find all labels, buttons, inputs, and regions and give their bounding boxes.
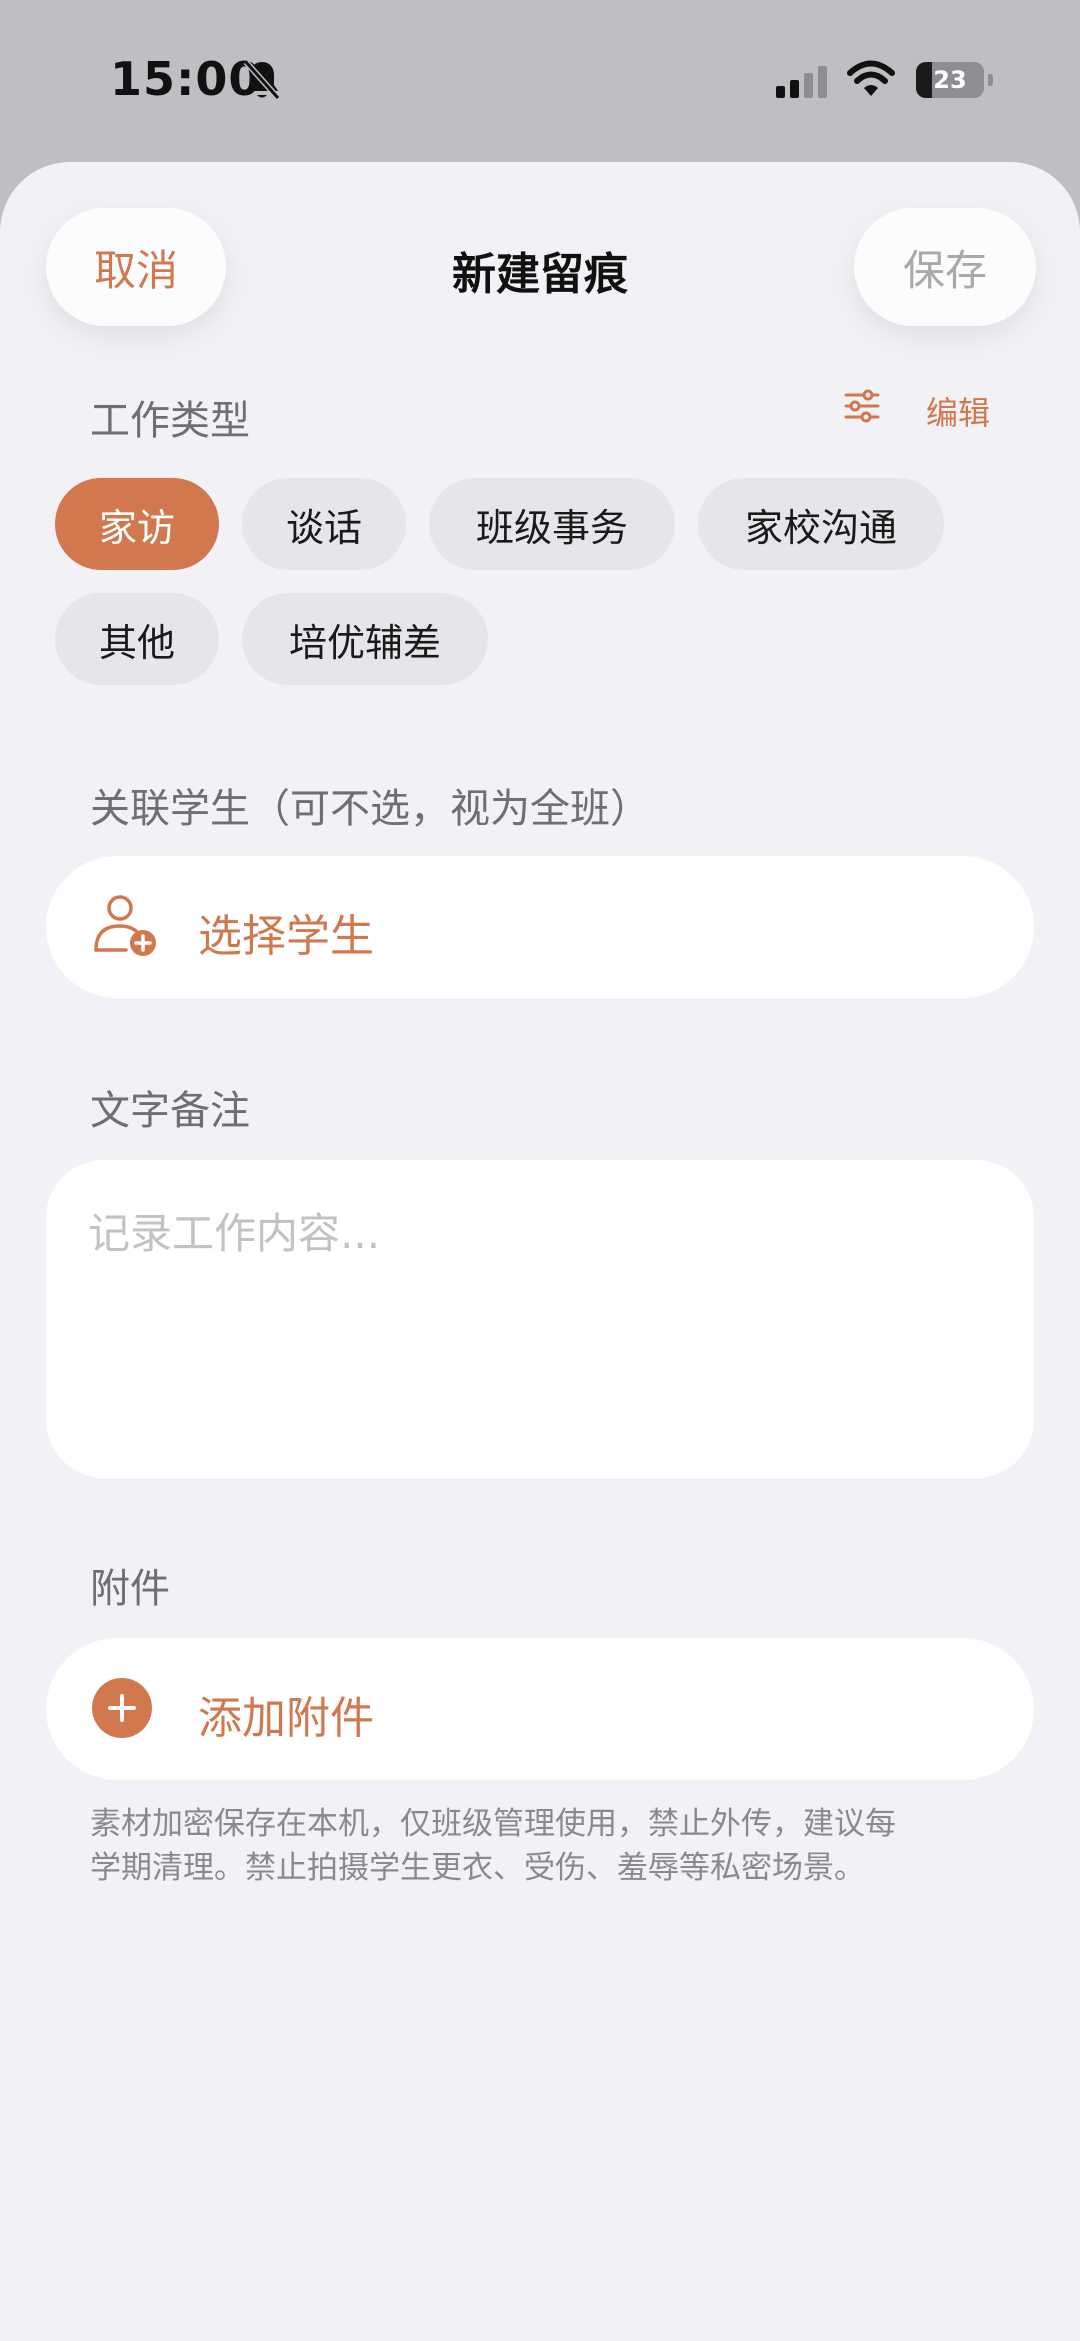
- save-button[interactable]: 保存: [854, 208, 1036, 326]
- status-bar: 15:00 23: [0, 0, 1080, 160]
- add-attachment-label: 添加附件: [198, 1693, 374, 1744]
- battery-icon: 23: [916, 62, 984, 98]
- chip-home-visit[interactable]: 家访: [55, 478, 219, 570]
- chip-tutoring[interactable]: 培优辅差: [242, 593, 488, 685]
- add-attachment-button[interactable]: 添加附件: [46, 1638, 1034, 1780]
- status-time: 15:00: [110, 52, 262, 106]
- work-type-label: 工作类型: [90, 398, 250, 444]
- sliders-icon[interactable]: [842, 388, 882, 424]
- chip-home-school-communication[interactable]: 家校沟通: [698, 478, 944, 570]
- chip-class-affairs[interactable]: 班级事务: [429, 478, 675, 570]
- note-card: [46, 1160, 1034, 1478]
- chip-talk[interactable]: 谈话: [242, 478, 406, 570]
- battery-level: 23: [933, 66, 967, 94]
- privacy-notice: 素材加密保存在本机，仅班级管理使用，禁止外传，建议每学期清理。禁止拍摄学生更衣、…: [90, 1806, 896, 1886]
- new-record-sheet: 取消 新建留痕 保存 工作类型 编辑 家访 谈话 班级事务 家校沟通 其他 培优…: [0, 162, 1080, 2341]
- add-person-icon: [94, 895, 156, 956]
- plus-circle-icon: [92, 1678, 152, 1738]
- select-students-label: 选择学生: [198, 911, 374, 962]
- bell-slash-icon: [243, 60, 281, 100]
- chip-other[interactable]: 其他: [55, 593, 219, 685]
- wifi-icon: [847, 60, 895, 96]
- edit-work-types-link[interactable]: 编辑: [926, 388, 990, 434]
- attachments-label: 附件: [90, 1566, 170, 1612]
- students-label: 关联学生（可不选，视为全班）: [90, 786, 650, 832]
- select-students-button[interactable]: 选择学生: [46, 856, 1034, 998]
- note-textarea[interactable]: [88, 1200, 988, 1440]
- note-label: 文字备注: [90, 1088, 250, 1134]
- signal-icon: [776, 66, 827, 98]
